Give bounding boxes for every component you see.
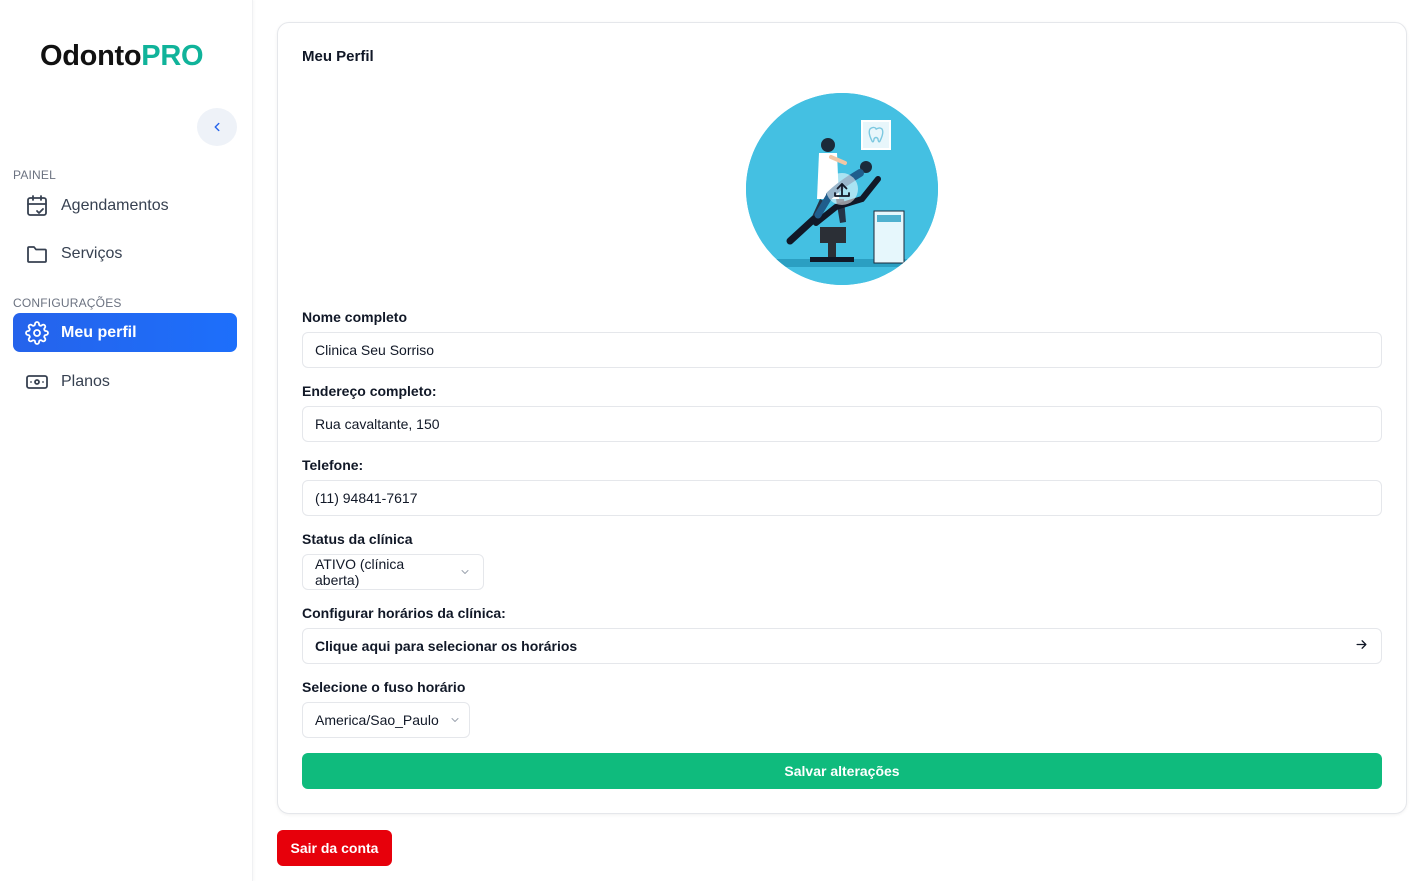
status-label: Status da clínica (302, 531, 413, 547)
arrow-right-icon (1354, 637, 1369, 655)
banknote-icon (24, 369, 50, 395)
name-input[interactable] (302, 332, 1382, 368)
status-select-value: ATIVO (clínica aberta) (315, 556, 405, 588)
dental-clinic-illustration (746, 93, 938, 285)
gear-icon (24, 320, 50, 346)
collapse-sidebar-button[interactable] (197, 108, 237, 146)
sidebar-item-meu-perfil[interactable]: Meu perfil (13, 313, 237, 352)
sidebar-item-label: Meu perfil (61, 323, 137, 341)
app-root: OdontoPRO PAINEL Agendamentos Serviços C… (0, 0, 1426, 881)
name-label: Nome completo (302, 309, 408, 325)
select-hours-button-label: Clique aqui para selecionar os horários (315, 638, 578, 654)
brand-logo-part2: PRO (141, 40, 204, 72)
phone-label: Telefone: (302, 457, 364, 473)
chevron-down-icon (449, 714, 461, 726)
sidebar-section-painel: PAINEL (13, 168, 56, 182)
sidebar-item-label: Serviços (61, 244, 123, 262)
chevron-left-icon (214, 122, 220, 132)
profile-avatar-upload[interactable] (746, 93, 938, 285)
sidebar: OdontoPRO PAINEL Agendamentos Serviços C… (0, 0, 253, 881)
sidebar-section-configuracoes: CONFIGURAÇÕES (13, 296, 122, 310)
sidebar-item-servicos[interactable]: Serviços (13, 234, 237, 273)
phone-input[interactable] (302, 480, 1382, 516)
profile-card: Meu Perfil Nome completo Clinica Seu Sor… (277, 22, 1407, 814)
timezone-select-value: America/Sao_Paulo (315, 712, 439, 728)
chevron-down-icon (459, 566, 471, 578)
sidebar-item-label: Planos (61, 372, 110, 390)
timezone-select[interactable]: America/Sao_Paulo (302, 702, 470, 738)
save-changes-button[interactable]: Salvar alterações (302, 753, 1382, 789)
timezone-label: Selecione o fuso horário (302, 679, 466, 695)
brand-logo-part1: Odonto (40, 40, 142, 72)
logout-button[interactable]: Sair da conta (277, 830, 392, 866)
select-hours-button[interactable]: Clique aqui para selecionar os horários (302, 628, 1382, 664)
status-select[interactable]: ATIVO (clínica aberta) (302, 554, 484, 590)
hours-label: Configurar horários da clínica: (302, 605, 506, 621)
address-label: Endereço completo: (302, 383, 437, 399)
calendar-check-icon (24, 193, 50, 219)
sidebar-item-agendamentos[interactable]: Agendamentos (13, 186, 237, 225)
sidebar-item-planos[interactable]: Planos (13, 362, 237, 401)
sidebar-item-label: Agendamentos (61, 196, 169, 214)
address-input[interactable] (302, 406, 1382, 442)
brand-logo[interactable]: OdontoPRO (40, 40, 204, 73)
page-title: Meu Perfil (302, 48, 374, 65)
folder-icon (24, 241, 50, 267)
